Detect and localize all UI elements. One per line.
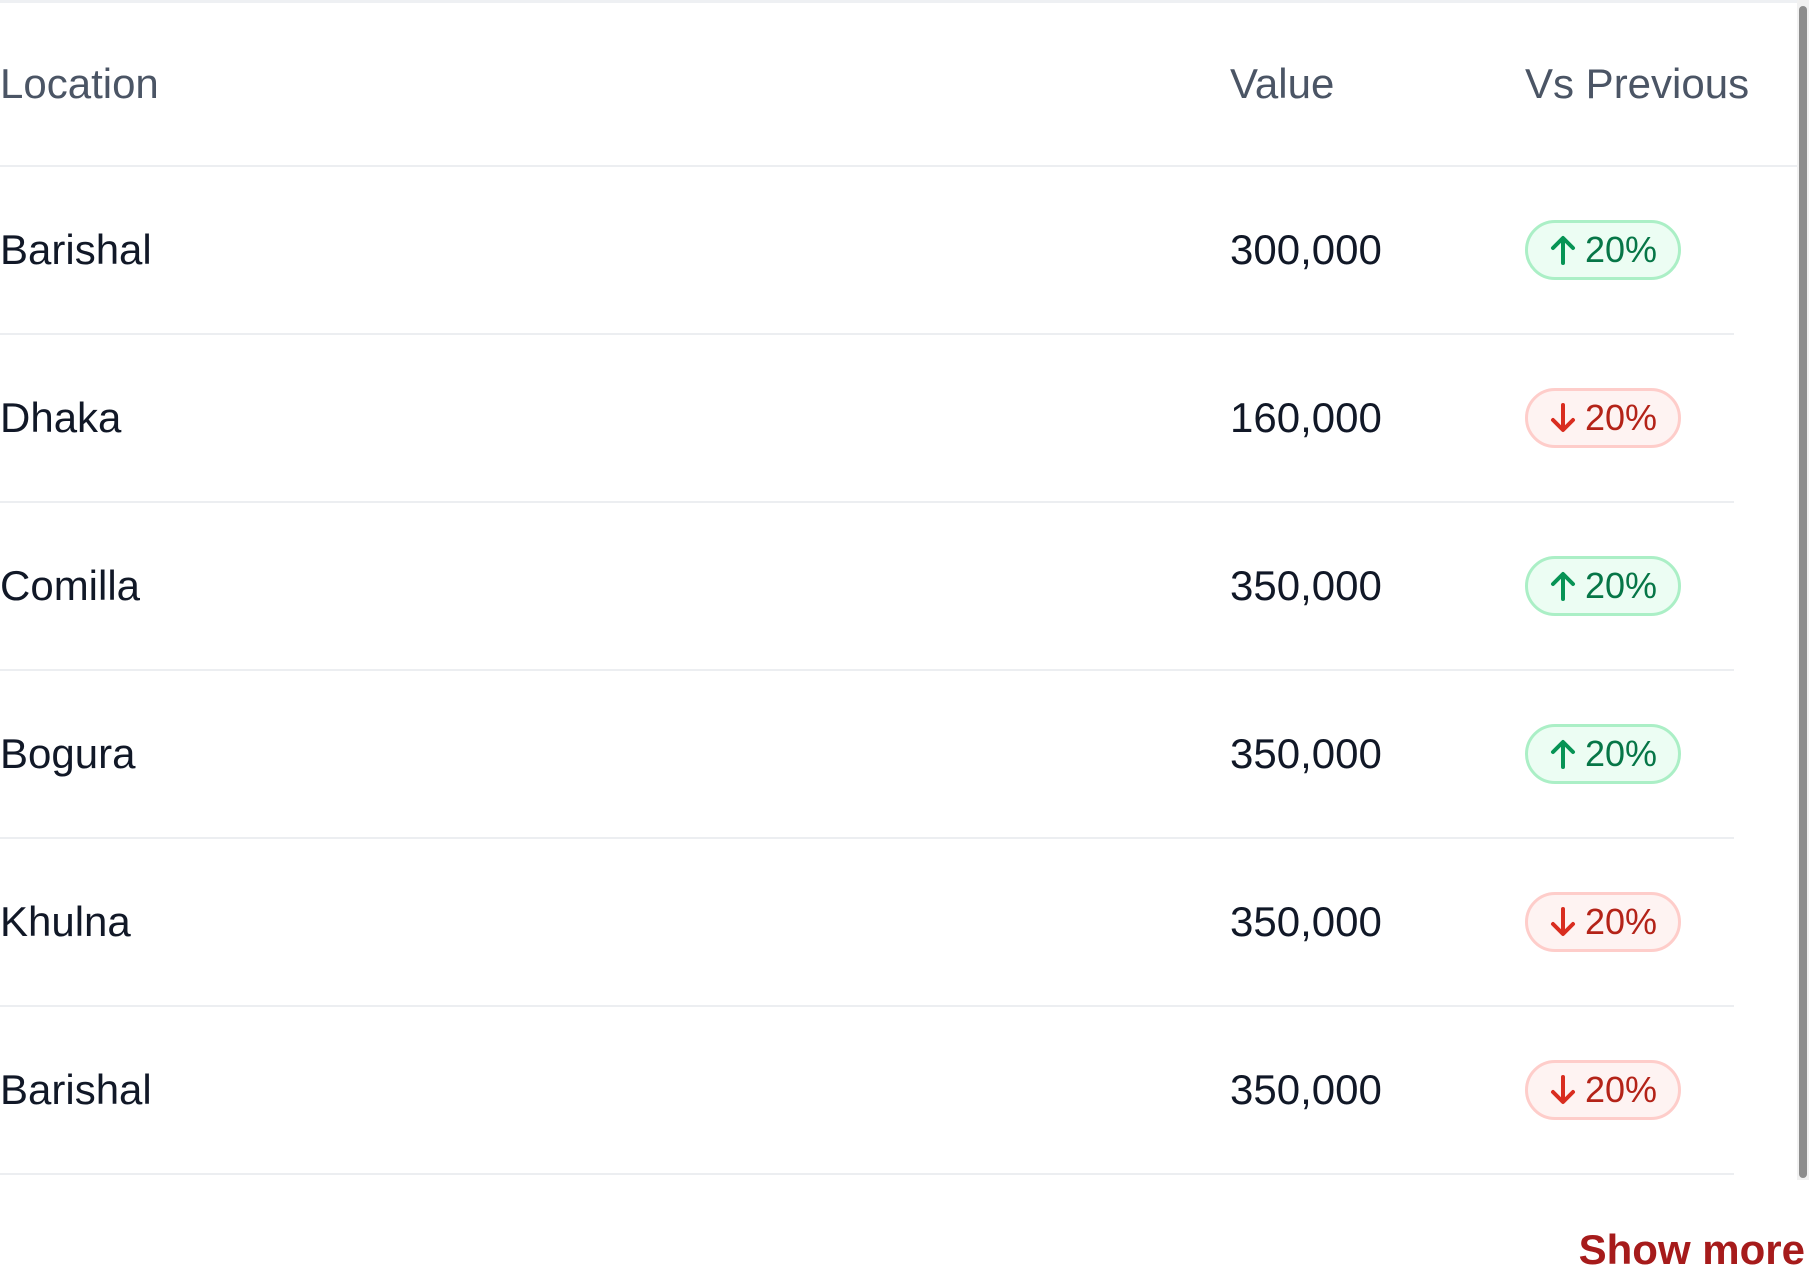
cell-value: 300,000 <box>1230 226 1382 273</box>
table-row: Barishal 300,000 20% <box>0 167 1734 335</box>
cell-location: Comilla <box>0 562 141 609</box>
table-row: Comilla 350,000 20% <box>0 503 1734 671</box>
cell-location: Dhaka <box>0 394 122 441</box>
cell-location: Khulna <box>0 898 131 945</box>
arrow-up-icon <box>1549 738 1577 770</box>
cell-value: 350,000 <box>1230 562 1382 609</box>
scrollbar-thumb[interactable] <box>1799 6 1807 1178</box>
change-badge: 20% <box>1525 388 1681 448</box>
header-value: Value <box>1230 60 1335 107</box>
cell-location: Barishal <box>0 226 152 273</box>
cell-value: 350,000 <box>1230 730 1382 777</box>
header-vs-previous: Vs Previous <box>1525 60 1750 107</box>
arrow-up-icon <box>1549 234 1577 266</box>
cell-value: 350,000 <box>1230 1066 1382 1113</box>
cell-location: Bogura <box>0 730 136 777</box>
change-percent: 20% <box>1584 733 1658 774</box>
change-badge: 20% <box>1525 220 1681 280</box>
change-percent: 20% <box>1584 901 1658 942</box>
arrow-down-icon <box>1549 1074 1577 1106</box>
arrow-down-icon <box>1549 906 1577 938</box>
table-row: Barishal 350,000 20% <box>0 1007 1734 1175</box>
change-badge: 20% <box>1525 724 1681 784</box>
change-percent: 20% <box>1584 1069 1658 1110</box>
change-badge: 20% <box>1525 556 1681 616</box>
show-more-link[interactable]: Show more <box>1579 1226 1805 1274</box>
arrow-up-icon <box>1549 570 1577 602</box>
location-table: Location Value Vs Previous Barishal 300,0… <box>0 3 1800 1175</box>
table-header: Location Value Vs Previous <box>0 3 1800 167</box>
change-badge: 20% <box>1525 892 1681 952</box>
change-percent: 20% <box>1584 397 1658 438</box>
page: Location Value Vs Previous Barishal 300,0… <box>0 0 1809 1284</box>
table-body: Barishal 300,000 20% Dhaka 160,000 20% Comilla… <box>0 167 1800 1175</box>
table-row: Bogura 350,000 20% <box>0 671 1734 839</box>
table-row: Khulna 350,000 20% <box>0 839 1734 1007</box>
table-row: Dhaka 160,000 20% <box>0 335 1734 503</box>
change-badge: 20% <box>1525 1060 1681 1120</box>
cell-value: 350,000 <box>1230 898 1382 945</box>
arrow-down-icon <box>1549 402 1577 434</box>
vertical-scrollbar[interactable] <box>1797 0 1809 1180</box>
change-percent: 20% <box>1584 229 1658 270</box>
change-percent: 20% <box>1584 565 1658 606</box>
cell-value: 160,000 <box>1230 394 1382 441</box>
header-location: Location <box>0 60 159 107</box>
cell-location: Barishal <box>0 1066 152 1113</box>
